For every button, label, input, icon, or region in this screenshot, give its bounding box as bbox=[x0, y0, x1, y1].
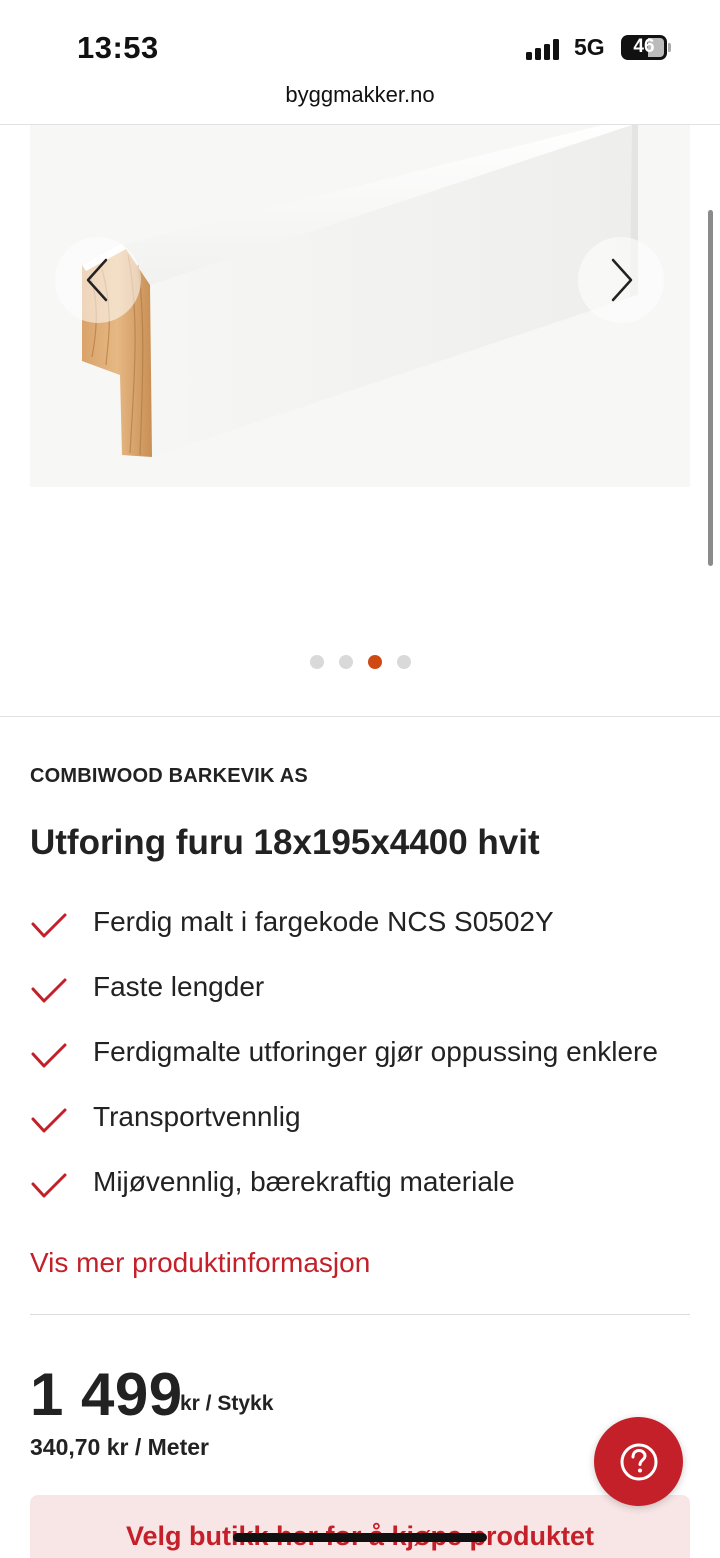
chevron-right-icon bbox=[611, 258, 633, 302]
battery-level: 46 bbox=[633, 36, 655, 57]
info-divider bbox=[30, 1314, 690, 1315]
battery-tip bbox=[668, 43, 671, 52]
feature-text: Transportvennlig bbox=[93, 1101, 301, 1132]
status-time: 13:53 bbox=[77, 30, 159, 65]
product-gallery[interactable] bbox=[0, 125, 720, 715]
carousel-dot-2[interactable] bbox=[338, 655, 353, 669]
price-unit: kr / Stykk bbox=[180, 1392, 274, 1415]
gallery-divider bbox=[0, 716, 720, 717]
feature-item: Ferdigmalte utforinger gjør oppussing en… bbox=[30, 1032, 690, 1097]
page-scrollbar[interactable] bbox=[708, 210, 713, 566]
checkmark-icon bbox=[31, 1108, 67, 1133]
checkmark-icon bbox=[31, 978, 67, 1003]
feature-list: Ferdig malt i fargekode NCS S0502Y Faste… bbox=[30, 902, 690, 1227]
carousel-dots bbox=[0, 655, 720, 669]
feature-item: Faste lengder bbox=[30, 967, 690, 1032]
status-bar: 13:53 5G 46 bbox=[0, 0, 720, 80]
feature-text: Faste lengder bbox=[93, 971, 265, 1002]
feature-item: Mijøvennlig, bærekraftig materiale bbox=[30, 1162, 690, 1227]
product-brand: COMBIWOOD BARKEVIK AS bbox=[30, 765, 308, 787]
feature-text: Ferdig malt i fargekode NCS S0502Y bbox=[93, 906, 554, 937]
checkmark-icon bbox=[31, 1043, 67, 1068]
feature-text: Ferdigmalte utforinger gjør oppussing en… bbox=[93, 1036, 658, 1067]
more-product-info-link[interactable]: Vis mer produktinformasjon bbox=[30, 1247, 370, 1279]
question-mark-icon bbox=[620, 1443, 657, 1480]
carousel-prev-button[interactable] bbox=[55, 237, 141, 323]
feature-text: Mijøvennlig, bærekraftig materiale bbox=[93, 1166, 515, 1197]
battery-icon: 46 bbox=[621, 35, 667, 60]
checkmark-icon bbox=[31, 913, 67, 938]
help-button[interactable] bbox=[594, 1417, 683, 1506]
carousel-dot-3-active[interactable] bbox=[367, 655, 382, 669]
network-type: 5G bbox=[574, 34, 605, 60]
carousel-dot-4[interactable] bbox=[396, 655, 411, 669]
home-indicator[interactable] bbox=[233, 1533, 487, 1542]
signal-icon bbox=[526, 38, 564, 60]
url-bar[interactable]: byggmakker.no bbox=[0, 82, 720, 108]
carousel-dot-1[interactable] bbox=[309, 655, 324, 669]
price-per-meter: 340,70 kr / Meter bbox=[30, 1434, 210, 1460]
checkmark-icon bbox=[31, 1173, 67, 1198]
choose-store-button[interactable]: Velg butikk her for å kjøpe produktet bbox=[30, 1495, 690, 1558]
product-title: Utforing furu 18x195x4400 hvit bbox=[30, 823, 540, 862]
price-amount: 1 499 bbox=[30, 1361, 183, 1428]
chevron-left-icon bbox=[86, 258, 108, 302]
feature-item: Ferdig malt i fargekode NCS S0502Y bbox=[30, 902, 690, 967]
carousel-next-button[interactable] bbox=[578, 237, 664, 323]
feature-item: Transportvennlig bbox=[30, 1097, 690, 1162]
